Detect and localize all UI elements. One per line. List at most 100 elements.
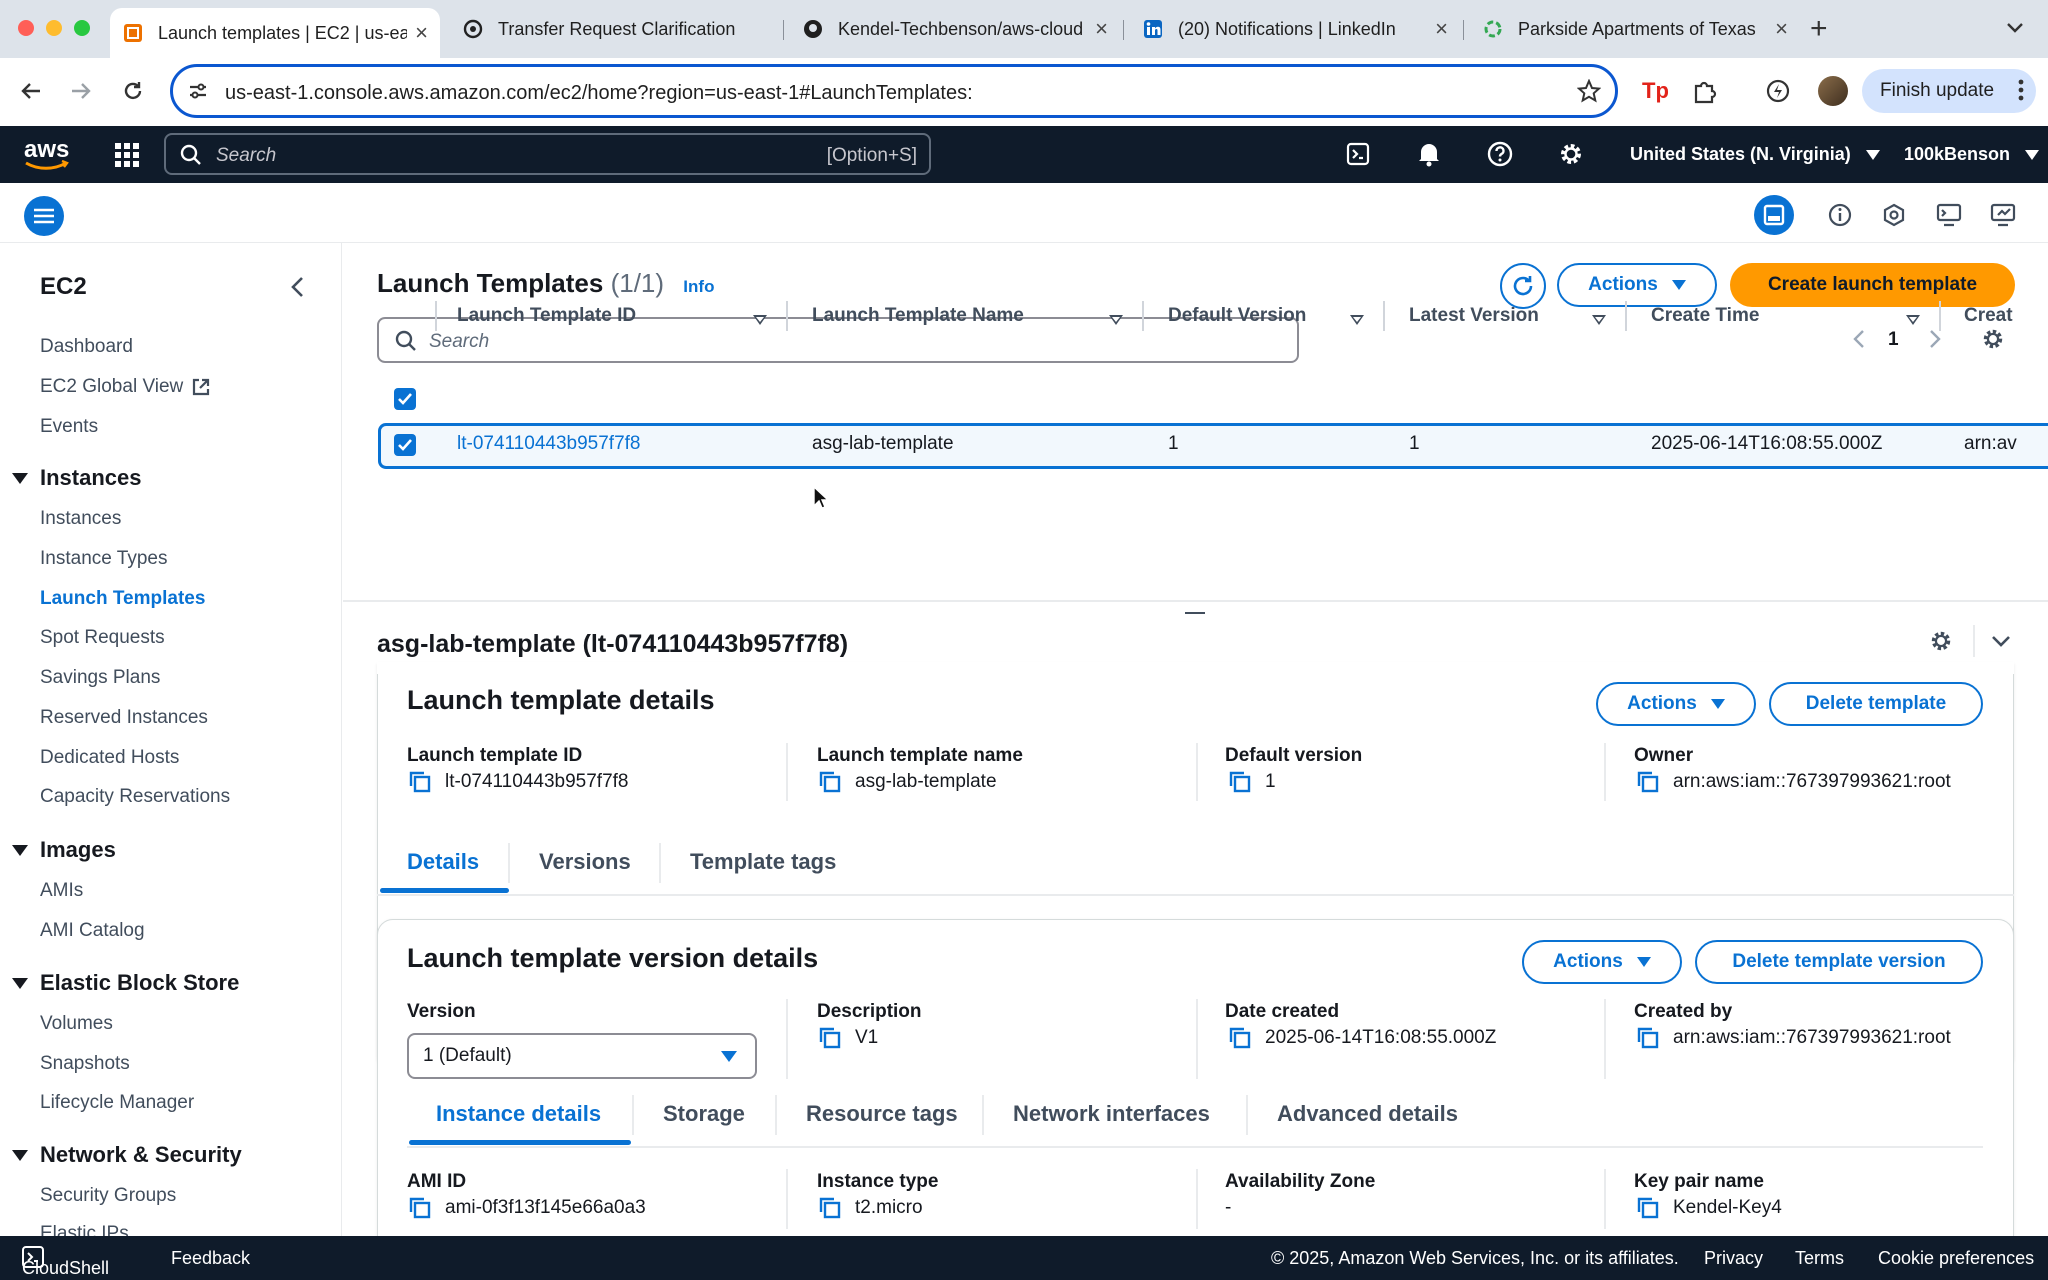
- sort-icon[interactable]: [1350, 315, 1364, 325]
- services-grid-icon[interactable]: [115, 143, 139, 167]
- resize-grip-icon[interactable]: [1185, 612, 1205, 614]
- close-tab-icon[interactable]: ×: [1435, 16, 1448, 42]
- monitor-panel-icon[interactable]: [1990, 203, 2016, 227]
- account-menu[interactable]: 100kBenson: [1904, 144, 2040, 165]
- sidebar-item-amis[interactable]: AMIs: [40, 880, 83, 902]
- sidebar-item-instances[interactable]: Instances: [40, 508, 121, 530]
- row-checkbox[interactable]: [394, 434, 416, 456]
- sidebar-item-savings-plans[interactable]: Savings Plans: [40, 667, 160, 689]
- site-settings-icon[interactable]: [187, 80, 209, 102]
- create-launch-template-button[interactable]: Create launch template: [1730, 263, 2015, 307]
- tp-extension-icon[interactable]: Tp: [1642, 78, 1669, 104]
- tab-template-tags[interactable]: Template tags: [690, 849, 836, 875]
- split-panel-icon[interactable]: [1754, 195, 1794, 235]
- launch-template-id-link[interactable]: lt-074110443b957f7f8: [457, 433, 640, 455]
- close-tab-icon[interactable]: ×: [415, 20, 428, 46]
- sidebar-item-snapshots[interactable]: Snapshots: [40, 1053, 130, 1075]
- sidebar-item-lifecycle-manager[interactable]: Lifecycle Manager: [40, 1092, 194, 1114]
- sidebar-item-dedicated-hosts[interactable]: Dedicated Hosts: [40, 747, 179, 769]
- select-all-checkbox[interactable]: [394, 388, 416, 410]
- version-select[interactable]: 1 (Default): [407, 1033, 757, 1079]
- refresh-button[interactable]: [1500, 263, 1546, 309]
- region-selector[interactable]: United States (N. Virginia): [1630, 144, 1880, 165]
- copy-icon[interactable]: [1637, 1197, 1659, 1219]
- copy-icon[interactable]: [1637, 771, 1659, 793]
- info-link[interactable]: Info: [683, 277, 714, 296]
- copy-icon[interactable]: [819, 771, 841, 793]
- page-number[interactable]: 1: [1888, 329, 1899, 351]
- sidebar-section-images[interactable]: Images: [12, 837, 116, 863]
- column-header-create-time[interactable]: Create Time: [1651, 305, 1759, 327]
- subtab-storage[interactable]: Storage: [663, 1101, 745, 1127]
- column-header-latest-version[interactable]: Latest Version: [1409, 305, 1539, 327]
- next-page-icon[interactable]: [1929, 329, 1941, 349]
- performance-icon[interactable]: [1766, 79, 1790, 103]
- reload-icon[interactable]: [118, 76, 148, 106]
- close-tab-icon[interactable]: ×: [1095, 16, 1108, 42]
- browser-tab[interactable]: (20) Notifications | LinkedIn ×: [1130, 8, 1460, 50]
- cloudshell-button[interactable]: CloudShell: [22, 1246, 109, 1278]
- sort-icon[interactable]: [1592, 315, 1606, 325]
- new-tab-icon[interactable]: +: [1810, 12, 1828, 46]
- column-header-template-name[interactable]: Launch Template Name: [812, 305, 1024, 327]
- subtab-resource-tags[interactable]: Resource tags: [806, 1101, 958, 1127]
- hamburger-menu-icon[interactable]: [24, 196, 64, 236]
- settings-gear-icon[interactable]: [1558, 141, 1584, 167]
- terms-link[interactable]: Terms: [1795, 1248, 1844, 1269]
- help-icon[interactable]: [1487, 141, 1513, 167]
- split-panel-settings-gear-icon[interactable]: [1929, 629, 1953, 653]
- column-header-owner[interactable]: Creat: [1964, 305, 2013, 327]
- subtab-instance-details[interactable]: Instance details: [436, 1101, 601, 1127]
- browser-tab[interactable]: Parkside Apartments of Texas ×: [1470, 8, 1800, 50]
- sidebar-item-capacity-reservations[interactable]: Capacity Reservations: [40, 786, 230, 808]
- copy-icon[interactable]: [1637, 1027, 1659, 1049]
- sidebar-section-network-security[interactable]: Network & Security: [12, 1142, 242, 1168]
- copy-icon[interactable]: [409, 771, 431, 793]
- copy-icon[interactable]: [819, 1197, 841, 1219]
- console-panel-icon[interactable]: [1936, 203, 1962, 227]
- sort-icon[interactable]: [1906, 315, 1920, 325]
- copy-icon[interactable]: [1229, 771, 1251, 793]
- delete-template-button[interactable]: Delete template: [1769, 682, 1983, 726]
- sidebar-item-spot-requests[interactable]: Spot Requests: [40, 627, 165, 649]
- list-actions-button[interactable]: Actions: [1557, 263, 1717, 307]
- collapse-sidebar-icon[interactable]: [290, 276, 304, 298]
- sidebar-section-instances[interactable]: Instances: [12, 465, 142, 491]
- delete-template-version-button[interactable]: Delete template version: [1695, 940, 1983, 984]
- bookmark-star-icon[interactable]: [1577, 79, 1601, 103]
- tab-details[interactable]: Details: [407, 849, 479, 875]
- browser-tab[interactable]: Kendel-Techbenson/aws-cloud ×: [790, 8, 1120, 50]
- sidebar-item-dashboard[interactable]: Dashboard: [40, 336, 133, 358]
- feedback-link[interactable]: Feedback: [171, 1248, 250, 1269]
- aws-logo[interactable]: aws: [24, 136, 70, 172]
- copy-icon[interactable]: [1229, 1027, 1251, 1049]
- notifications-bell-icon[interactable]: [1417, 141, 1441, 167]
- subtab-network-interfaces[interactable]: Network interfaces: [1013, 1101, 1210, 1127]
- copy-icon[interactable]: [819, 1027, 841, 1049]
- previous-page-icon[interactable]: [1853, 329, 1865, 349]
- close-tab-icon[interactable]: ×: [1775, 16, 1788, 42]
- finish-update-button[interactable]: Finish update: [1862, 69, 2036, 113]
- version-actions-button[interactable]: Actions: [1522, 940, 1682, 984]
- subtab-advanced-details[interactable]: Advanced details: [1277, 1101, 1458, 1127]
- sort-icon[interactable]: [753, 315, 767, 325]
- resources-panel-icon[interactable]: [1882, 203, 1906, 227]
- aws-search-input[interactable]: Search [Option+S]: [164, 133, 931, 175]
- split-panel-divider[interactable]: [343, 600, 2048, 602]
- sidebar-item-ami-catalog[interactable]: AMI Catalog: [40, 920, 145, 942]
- maximize-window-button[interactable]: [74, 20, 90, 36]
- sidebar-item-instance-types[interactable]: Instance Types: [40, 548, 167, 570]
- info-panel-icon[interactable]: [1828, 203, 1852, 227]
- sidebar-item-elastic-ips[interactable]: Elastic IPs: [40, 1223, 129, 1236]
- column-header-template-id[interactable]: Launch Template ID: [457, 305, 636, 327]
- sidebar-item-reserved-instances[interactable]: Reserved Instances: [40, 707, 208, 729]
- cloudshell-icon[interactable]: [1346, 142, 1370, 166]
- sidebar-item-events[interactable]: Events: [40, 416, 98, 438]
- sort-icon[interactable]: [1109, 315, 1123, 325]
- browser-tab-active[interactable]: Launch templates | EC2 | us-east-1 ×: [110, 8, 440, 58]
- cookie-preferences-link[interactable]: Cookie preferences: [1878, 1248, 2034, 1269]
- back-arrow-icon[interactable]: [16, 76, 46, 106]
- column-header-default-version[interactable]: Default Version: [1168, 305, 1306, 327]
- minimize-window-button[interactable]: [46, 20, 62, 36]
- address-bar[interactable]: us-east-1.console.aws.amazon.com/ec2/hom…: [170, 64, 1618, 118]
